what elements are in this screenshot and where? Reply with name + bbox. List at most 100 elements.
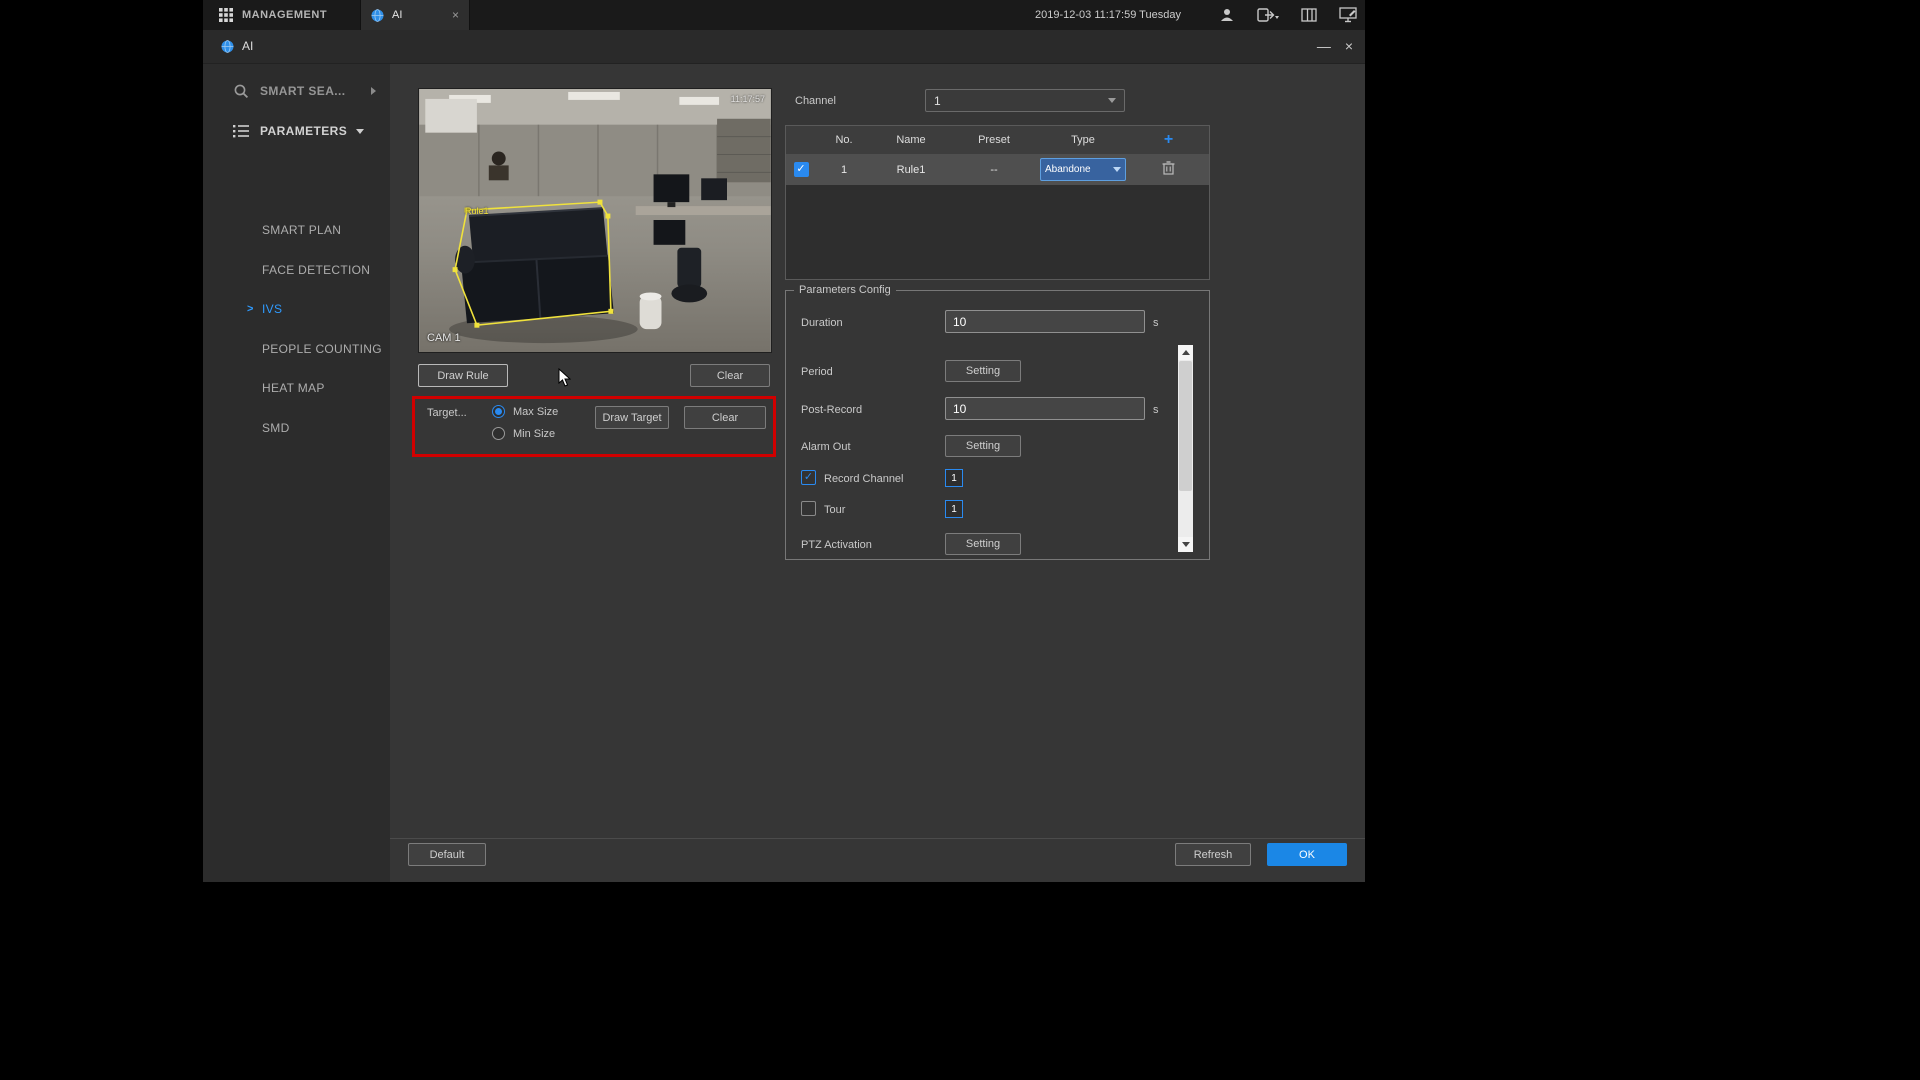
ptz-setting-button[interactable]: Setting: [945, 533, 1021, 555]
max-size-label: Max Size: [513, 406, 559, 418]
sidebar-item-label: SMART PLAN: [262, 223, 342, 237]
params-scrollbar[interactable]: [1178, 345, 1193, 552]
table-row[interactable]: ✓ 1 Rule1 -- Abandone: [786, 154, 1209, 185]
rules-table: No. Name Preset Type + ✓ 1 Rule1 -- Aban…: [785, 125, 1210, 280]
add-rule-button[interactable]: +: [1164, 131, 1173, 148]
tab-close-icon[interactable]: ×: [452, 8, 459, 22]
sidebar-item-ivs[interactable]: > IVS: [203, 295, 390, 323]
channel-value: 1: [934, 93, 941, 108]
col-header-name: Name: [896, 134, 926, 146]
record-channel-value[interactable]: 1: [945, 469, 963, 487]
sidebar-item-label: HEAT MAP: [262, 381, 325, 395]
clear-target-button[interactable]: Clear: [684, 406, 766, 429]
sidebar-item-label: IVS: [262, 302, 283, 316]
sidebar-item-smart-plan[interactable]: SMART PLAN: [203, 216, 390, 244]
post-record-input[interactable]: [945, 397, 1145, 420]
layout-icon[interactable]: [1301, 7, 1317, 23]
parameters-list-icon: [233, 125, 249, 138]
duration-label: Duration: [801, 317, 843, 329]
duration-unit: s: [1153, 317, 1159, 329]
selected-chevron-icon: >: [247, 303, 254, 315]
smart-search-icon: [234, 84, 249, 99]
sidebar-item-smart-search[interactable]: SMART SEA...: [203, 74, 390, 108]
scrollbar-thumb[interactable]: [1179, 361, 1192, 491]
min-size-label: Min Size: [513, 428, 556, 440]
default-button[interactable]: Default: [408, 843, 486, 866]
rule-type-dropdown[interactable]: Abandone: [1040, 158, 1126, 181]
sidebar-item-label: SMD: [262, 421, 290, 435]
draw-rule-button[interactable]: Draw Rule: [418, 364, 508, 387]
minimize-icon[interactable]: —: [1317, 38, 1331, 54]
clear-rule-button[interactable]: Clear: [690, 364, 770, 387]
col-header-preset: Preset: [978, 134, 1010, 146]
close-icon[interactable]: ×: [1345, 38, 1353, 54]
sidebar-item-people-counting[interactable]: PEOPLE COUNTING: [203, 335, 390, 363]
user-icon[interactable]: [1219, 7, 1235, 23]
tour-value[interactable]: 1: [945, 500, 963, 518]
rule-enable-checkbox[interactable]: ✓: [793, 162, 809, 177]
duration-input[interactable]: [945, 310, 1145, 333]
col-header-no: No.: [835, 134, 853, 146]
sidebar-item-heat-map[interactable]: HEAT MAP: [203, 374, 390, 402]
video-timestamp-overlay: 11:17:57: [730, 94, 765, 104]
rules-table-header: No. Name Preset Type +: [786, 126, 1209, 154]
management-tab[interactable]: MANAGEMENT: [203, 0, 359, 30]
logout-icon[interactable]: [1257, 7, 1279, 23]
alarm-out-setting-button[interactable]: Setting: [945, 435, 1021, 457]
top-bar: MANAGEMENT AI × 2019-12-03 11:17:59 Tues…: [203, 0, 1365, 30]
tab-ai[interactable]: AI ×: [360, 0, 470, 30]
post-record-unit: s: [1153, 404, 1159, 416]
sidebar-item-smd[interactable]: SMD: [203, 414, 390, 442]
parameters-config-legend: Parameters Config: [794, 284, 896, 296]
rule-name: Rule1: [896, 163, 926, 176]
footer-divider: [390, 838, 1365, 839]
mouse-cursor: [558, 368, 571, 387]
alarm-out-label: Alarm Out: [801, 441, 851, 453]
display-icon[interactable]: [1339, 7, 1357, 23]
min-size-radio[interactable]: [492, 427, 505, 440]
sidebar-item-label: FACE DETECTION: [262, 263, 371, 277]
col-header-type: Type: [1071, 134, 1095, 146]
camera-scene: [419, 89, 771, 352]
channel-dropdown[interactable]: 1: [925, 89, 1125, 112]
scroll-up-icon[interactable]: [1178, 345, 1193, 360]
channel-label: Channel: [795, 95, 836, 107]
sidebar-item-parameters[interactable]: PARAMETERS: [203, 114, 390, 148]
sidebar-item-face-detection[interactable]: FACE DETECTION: [203, 256, 390, 284]
chevron-down-icon: [1108, 98, 1116, 103]
expand-arrow-icon: [371, 87, 376, 95]
tab-ai-label: AI: [392, 9, 403, 21]
sidebar: SMART SEA... PARAMETERS SMART PLAN FACE …: [203, 64, 390, 882]
globe-icon: [221, 39, 234, 53]
system-datetime: 2019-12-03 11:17:59 Tuesday: [1035, 9, 1181, 21]
rule-preset: --: [990, 163, 998, 176]
ok-button[interactable]: OK: [1267, 843, 1347, 866]
camera-name-overlay: CAM 1: [427, 332, 461, 344]
app-window: MANAGEMENT AI × 2019-12-03 11:17:59 Tues…: [203, 0, 1365, 882]
window-title-bar: AI — ×: [203, 30, 1365, 64]
sidebar-item-label: PARAMETERS: [260, 124, 348, 138]
record-channel-label: Record Channel: [824, 473, 904, 485]
rule-no: 1: [840, 163, 848, 176]
draw-target-button[interactable]: Draw Target: [595, 406, 669, 429]
window-title: AI: [242, 39, 254, 53]
scroll-down-icon[interactable]: [1178, 537, 1193, 552]
globe-icon: [371, 8, 384, 22]
video-preview[interactable]: Rule1 CAM 1 11:17:57: [418, 88, 772, 353]
period-setting-button[interactable]: Setting: [945, 360, 1021, 382]
max-size-radio[interactable]: [492, 405, 505, 418]
record-channel-checkbox[interactable]: ✓: [801, 470, 816, 485]
period-label: Period: [801, 366, 833, 378]
ptz-activation-label: PTZ Activation: [801, 539, 872, 551]
tour-label: Tour: [824, 504, 846, 516]
target-label: Target...: [427, 407, 467, 419]
collapse-arrow-icon: [356, 128, 365, 134]
refresh-button[interactable]: Refresh: [1175, 843, 1251, 866]
post-record-label: Post-Record: [801, 404, 863, 416]
grid-menu-icon: [219, 8, 233, 22]
chevron-down-icon: [1113, 167, 1121, 172]
management-label: MANAGEMENT: [242, 9, 328, 21]
rule-type-value: Abandone: [1045, 164, 1091, 175]
tour-checkbox[interactable]: [801, 501, 816, 516]
trash-icon[interactable]: [1162, 161, 1175, 175]
